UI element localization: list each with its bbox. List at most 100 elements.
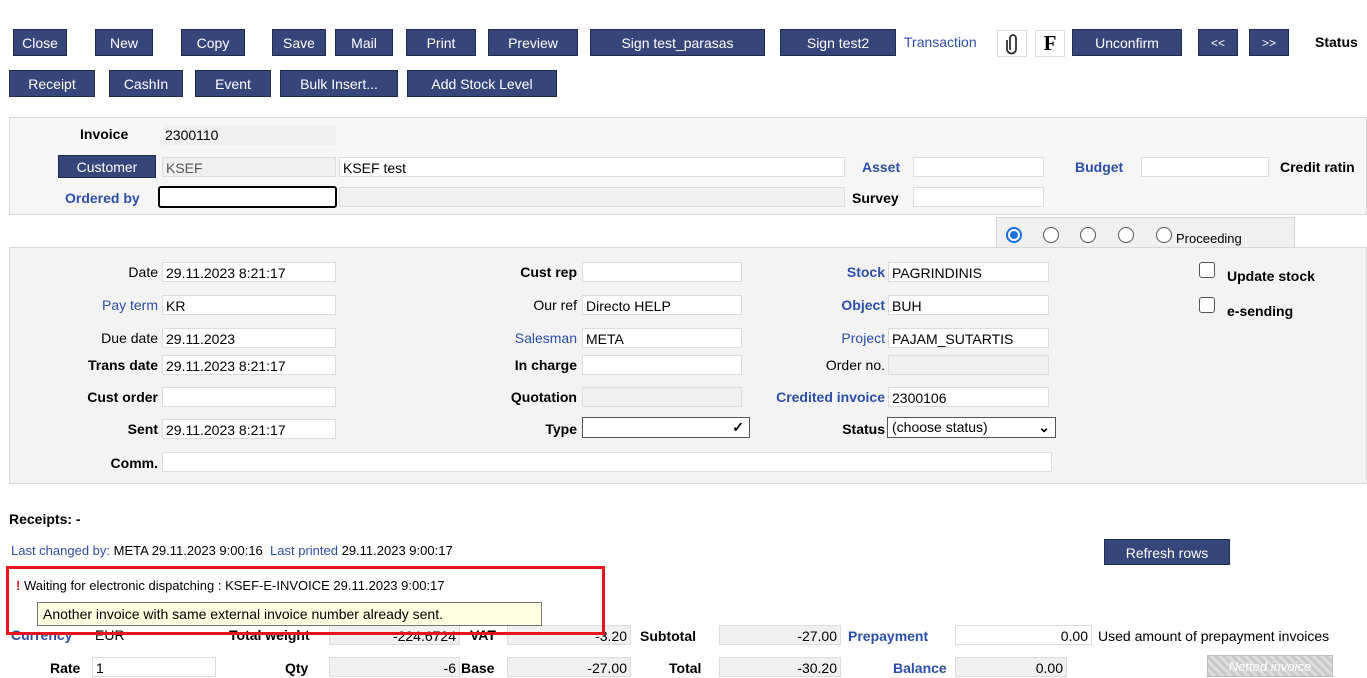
stock-field[interactable]: PAGRINDINIS [888,262,1049,282]
status-select[interactable]: (choose status) ⌄ [887,417,1056,438]
mail-button[interactable]: Mail [335,29,393,56]
last-printed-value: 29.11.2023 9:00:17 [341,543,453,558]
rate-field[interactable]: 1 [92,657,216,677]
base-field: -27.00 [507,657,631,677]
e-sending-checkbox[interactable] [1199,297,1215,313]
bulk-insert-button[interactable]: Bulk Insert... [280,70,398,97]
total-label: Total [669,660,702,676]
sign-test-parasas-button[interactable]: Sign test_parasas [590,29,765,56]
copy-button[interactable]: Copy [181,29,245,56]
last-changed-line: Last changed by: META 29.11.2023 9:00:16… [11,543,453,558]
print-button[interactable]: Print [406,29,476,56]
credited-invoice-field[interactable]: 2300106 [888,387,1049,407]
our-ref-label: Our ref [533,297,577,313]
date-label: Date [128,264,158,280]
ordered-by-field[interactable] [158,186,337,208]
balance-link[interactable]: Balance [893,660,947,676]
due-date-field[interactable]: 29.11.2023 [162,328,336,348]
last-printed-label: Last printed [270,543,338,558]
in-charge-field[interactable] [582,355,742,375]
event-button[interactable]: Event [195,70,271,97]
tab-radio-4[interactable] [1118,227,1134,243]
object-link[interactable]: Object [841,297,885,313]
previous-record-button[interactable]: << [1198,29,1238,56]
update-stock-checkbox[interactable] [1199,262,1215,278]
trans-date-label: Trans date [87,357,158,373]
attachment-icon[interactable] [997,30,1027,57]
tab-radio-1[interactable] [1006,227,1022,243]
next-record-button[interactable]: >> [1249,29,1289,56]
receipt-button[interactable]: Receipt [9,70,95,97]
budget-field[interactable] [1141,157,1269,177]
object-field[interactable]: BUH [888,295,1049,315]
transaction-link[interactable]: Transaction [904,34,977,50]
quotation-field [582,387,742,407]
chevron-down-icon: ⌄ [1038,419,1050,435]
survey-label: Survey [852,190,899,206]
cust-rep-field[interactable] [582,262,742,282]
last-changed-label: Last changed by: [11,543,111,558]
asset-link[interactable]: Asset [862,159,900,175]
date-field[interactable]: 29.11.2023 8:21:17 [162,262,336,282]
qty-field: -6 [329,657,460,677]
salesman-field[interactable]: META [582,328,742,348]
our-ref-field[interactable]: Directo HELP [582,295,742,315]
survey-field[interactable] [913,187,1044,207]
pay-term-link[interactable]: Pay term [102,297,158,313]
f-button[interactable]: F [1035,30,1065,57]
asset-field[interactable] [913,157,1044,177]
new-button[interactable]: New [95,29,153,56]
receipts-text: Receipts: - [9,511,81,527]
sign-test2-button[interactable]: Sign test2 [780,29,896,56]
pay-term-field[interactable]: KR [162,295,336,315]
type-select[interactable]: ✓ [582,417,750,438]
invoice-label: Invoice [80,126,129,142]
prepayment-field[interactable]: 0.00 [955,625,1092,645]
due-date-label: Due date [101,330,158,346]
subtotal-field: -27.00 [719,625,841,645]
add-stock-level-button[interactable]: Add Stock Level [407,70,557,97]
refresh-rows-button[interactable]: Refresh rows [1104,539,1230,565]
cashin-button[interactable]: CashIn [109,70,183,97]
customer-button[interactable]: Customer [58,155,156,178]
e-sending-label: e-sending [1227,303,1294,319]
comm-field[interactable] [162,452,1052,472]
tab-strip [996,217,1295,247]
comm-label: Comm. [110,455,158,471]
project-field[interactable]: PAJAM_SUTARTIS [888,328,1049,348]
base-label: Base [461,660,495,676]
customer-name-field[interactable]: KSEF test [339,157,845,177]
total-field: -30.20 [719,657,841,677]
project-link[interactable]: Project [841,330,885,346]
ordered-by-link[interactable]: Ordered by [65,190,140,206]
netted-invoice-button[interactable]: Netted invoice [1207,655,1333,677]
sent-field[interactable]: 29.11.2023 8:21:17 [162,419,336,439]
status-select-value: (choose status) [892,419,988,435]
tab-radio-3[interactable] [1080,227,1096,243]
save-button[interactable]: Save [272,29,326,56]
salesman-link[interactable]: Salesman [515,330,577,346]
credit-rating-label: Credit ratin [1280,159,1355,175]
customer-code-field[interactable]: KSEF [162,157,336,177]
in-charge-label: In charge [514,357,577,373]
last-changed-value: META 29.11.2023 9:00:16 [113,543,263,558]
tab-radio-proceeding[interactable] [1156,227,1172,243]
chevron-down-icon: ✓ [732,419,744,435]
ordered-by-name-field [339,187,845,207]
credited-invoice-link[interactable]: Credited invoice [776,389,885,405]
sent-label: Sent [127,421,158,437]
status-label: Status [1315,34,1358,50]
cust-order-field[interactable] [162,387,336,407]
trans-date-field[interactable]: 29.11.2023 8:21:17 [162,355,336,375]
close-button[interactable]: Close [13,29,67,56]
tab-proceeding-label[interactable]: Proceeding [1176,231,1242,246]
prepayment-link[interactable]: Prepayment [848,628,928,644]
highlight-box [6,566,605,635]
subtotal-label: Subtotal [640,628,696,644]
unconfirm-button[interactable]: Unconfirm [1072,29,1182,56]
budget-link[interactable]: Budget [1075,159,1123,175]
stock-link[interactable]: Stock [847,264,885,280]
tab-radio-2[interactable] [1043,227,1059,243]
balance-field: 0.00 [955,657,1067,677]
preview-button[interactable]: Preview [488,29,578,56]
